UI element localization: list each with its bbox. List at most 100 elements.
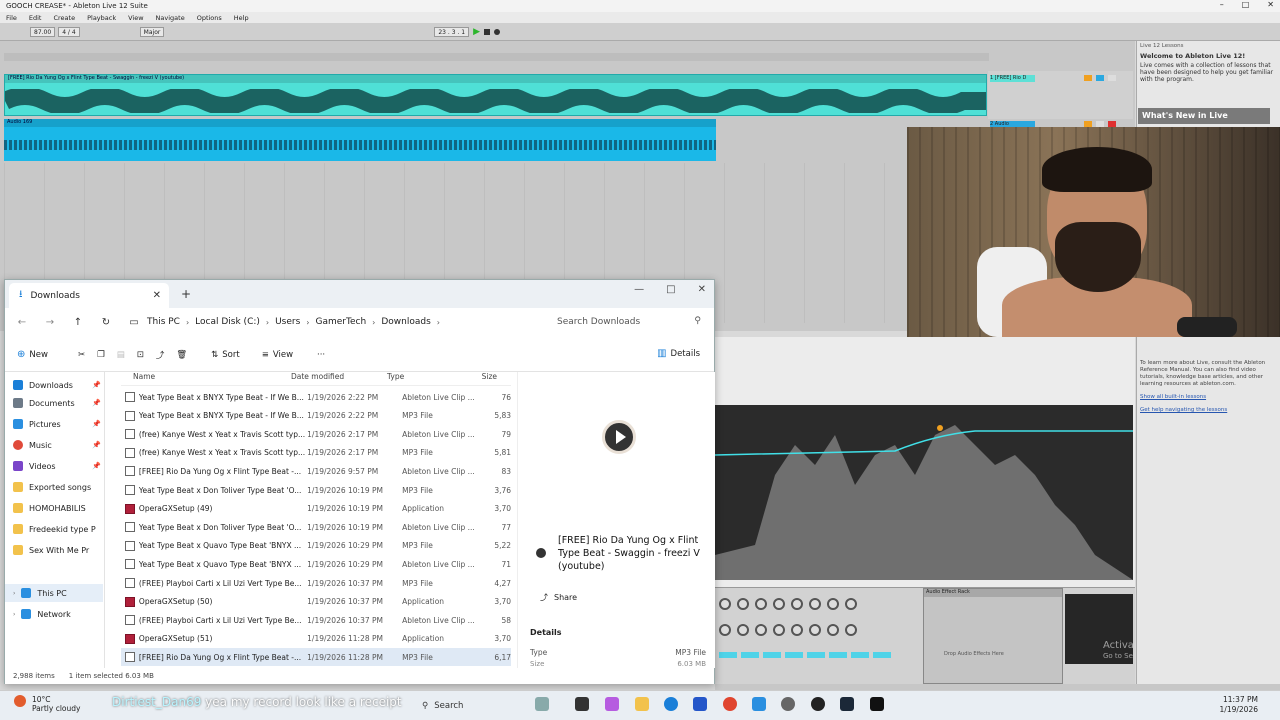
- tempo-field[interactable]: 87.00: [30, 26, 56, 37]
- knob[interactable]: [719, 598, 731, 610]
- menu-help[interactable]: Help: [234, 14, 249, 22]
- song-position-field[interactable]: 23 . 3 . 1: [434, 26, 470, 37]
- table-row[interactable]: Yeat Type Beat x Don Toliver Type Beat '…: [121, 518, 511, 536]
- file-list[interactable]: Name Date modified Type Size Yeat Type B…: [121, 372, 511, 668]
- breadcrumb-item[interactable]: Downloads: [381, 317, 430, 327]
- knob[interactable]: [773, 624, 785, 636]
- media-thumbnail[interactable]: [602, 420, 636, 454]
- breadcrumb[interactable]: This PC › Local Disk (C:) › Users › GamerTe…: [147, 313, 547, 331]
- filter-toggle[interactable]: [807, 652, 825, 658]
- knob[interactable]: [809, 624, 821, 636]
- knob[interactable]: [845, 624, 857, 636]
- column-size[interactable]: Size: [467, 372, 497, 385]
- share-button[interactable]: ⤴ Share: [540, 592, 577, 603]
- view-button[interactable]: ≡ View: [262, 350, 293, 360]
- nav-item-sex-with-me[interactable]: Sex With Me Pr: [13, 541, 103, 559]
- knob[interactable]: [737, 598, 749, 610]
- breadcrumb-item[interactable]: This PC: [147, 317, 180, 327]
- knob[interactable]: [827, 624, 839, 636]
- breadcrumb-item[interactable]: Local Disk (C:): [195, 317, 260, 327]
- scale-field[interactable]: Major: [139, 26, 165, 37]
- filter-toggle[interactable]: [719, 652, 737, 658]
- nav-item-this-pc[interactable]: › This PC: [5, 584, 103, 602]
- file-explorer-icon[interactable]: [635, 697, 649, 711]
- menu-create[interactable]: Create: [53, 14, 75, 22]
- up-icon[interactable]: ↑: [67, 317, 89, 328]
- knob[interactable]: [827, 598, 839, 610]
- show-lessons-link[interactable]: Show all built-in lessons: [1140, 394, 1274, 401]
- whats-new-lesson[interactable]: What's New in Live: [1138, 108, 1270, 124]
- audio-effect-rack[interactable]: Audio Effect Rack Drop Audio Effects Her…: [923, 588, 1063, 684]
- table-row[interactable]: (FREE) Playboi Carti x Lil Uzi Vert Type…: [121, 611, 511, 629]
- track-header-1[interactable]: 1 [FREE] Rio D: [988, 73, 1133, 97]
- edge-icon[interactable]: [664, 697, 678, 711]
- paste-icon[interactable]: ▤: [117, 350, 125, 360]
- solo-button[interactable]: [1096, 75, 1104, 81]
- more-options-button[interactable]: ···: [317, 350, 325, 360]
- maximize-button[interactable]: □: [666, 284, 675, 295]
- nav-item-pictures[interactable]: Pictures 📌: [13, 415, 103, 433]
- obs-icon[interactable]: [811, 697, 825, 711]
- system-clock[interactable]: 11:37 PM 1/19/2026: [1220, 695, 1258, 715]
- table-row[interactable]: Yeat Type Beat x Quavo Type Beat 'BNYX .…: [121, 537, 511, 555]
- filter-toggle[interactable]: [829, 652, 847, 658]
- filter-toggle[interactable]: [873, 652, 891, 658]
- table-row[interactable]: OperaGXSetup (50) 1/19/2026 10:37 PM Appli…: [121, 593, 511, 611]
- menu-file[interactable]: File: [6, 14, 17, 22]
- nav-item-music[interactable]: Music 📌: [13, 436, 103, 454]
- weather-widget[interactable]: 10°C Partly cloudy: [14, 695, 80, 713]
- filter-toggle[interactable]: [851, 652, 869, 658]
- copilot-icon[interactable]: [605, 697, 619, 711]
- app-icon[interactable]: [752, 697, 766, 711]
- menu-navigate[interactable]: Navigate: [156, 14, 185, 22]
- maximize-button[interactable]: □: [1242, 0, 1250, 9]
- delete-icon[interactable]: 🗑: [176, 350, 187, 360]
- table-row[interactable]: Yeat Type Beat x BNYX Type Beat - If We …: [121, 388, 511, 406]
- minimize-button[interactable]: –: [1220, 0, 1224, 9]
- steam-icon[interactable]: [840, 697, 854, 711]
- tab-downloads[interactable]: ⭳ Downloads ✕: [9, 283, 169, 308]
- play-icon[interactable]: ▶: [473, 27, 480, 37]
- share-icon[interactable]: ⤴: [156, 349, 165, 361]
- help-navigating-link[interactable]: Get help navigating the lessons: [1140, 407, 1274, 414]
- table-row[interactable]: (free) Kanye West x Yeat x Travis Scott …: [121, 444, 511, 462]
- knob[interactable]: [791, 598, 803, 610]
- audio-clip-track-2[interactable]: Audio 169: [4, 119, 716, 161]
- settings-icon[interactable]: [781, 697, 795, 711]
- menu-view[interactable]: View: [128, 14, 143, 22]
- new-button[interactable]: ⊕ New: [17, 349, 48, 360]
- details-button[interactable]: ▥ Details: [657, 348, 700, 359]
- knob[interactable]: [791, 624, 803, 636]
- nav-item-videos[interactable]: Videos 📌: [13, 457, 103, 475]
- task-view-icon[interactable]: [575, 697, 589, 711]
- track-activator-button[interactable]: [1084, 75, 1092, 81]
- menu-options[interactable]: Options: [197, 14, 222, 22]
- monitor-icon[interactable]: ▭: [123, 317, 145, 328]
- rack-drop-zone[interactable]: Drop Audio Effects Here: [944, 651, 1004, 657]
- avatar-app-icon[interactable]: [535, 697, 549, 711]
- refresh-icon[interactable]: ↻: [95, 317, 117, 328]
- table-row[interactable]: OperaGXSetup (49) 1/19/2026 10:19 PM Appli…: [121, 500, 511, 518]
- chrome-icon[interactable]: [723, 697, 737, 711]
- taskbar-search[interactable]: ⚲ Search: [422, 697, 530, 715]
- column-type[interactable]: Type: [387, 372, 467, 385]
- nav-item-fredeekid[interactable]: Fredeekid type P: [13, 520, 103, 538]
- nav-item-network[interactable]: › Network: [13, 605, 103, 623]
- filter-toggle[interactable]: [741, 652, 759, 658]
- record-icon[interactable]: [493, 28, 500, 35]
- knob[interactable]: [755, 598, 767, 610]
- back-icon[interactable]: ←: [11, 317, 33, 328]
- breadcrumb-item[interactable]: GamerTech: [316, 317, 367, 327]
- table-row[interactable]: (free) Kanye West x Yeat x Travis Scott …: [121, 425, 511, 443]
- table-row[interactable]: OperaGXSetup (51) 1/19/2026 11:28 PM Appli…: [121, 630, 511, 648]
- track-name[interactable]: 1 [FREE] Rio D: [990, 75, 1035, 82]
- knob[interactable]: [809, 598, 821, 610]
- timeline-ruler[interactable]: [4, 53, 989, 61]
- column-name[interactable]: Name: [121, 372, 291, 385]
- menu-edit[interactable]: Edit: [29, 14, 42, 22]
- table-row[interactable]: Yeat Type Beat x Quavo Type Beat 'BNYX .…: [121, 555, 511, 573]
- table-row[interactable]: [FREE] Rio Da Yung Og x Flint Type Beat …: [121, 648, 511, 667]
- forward-icon[interactable]: →: [39, 317, 61, 328]
- breadcrumb-item[interactable]: Users: [275, 317, 300, 327]
- store-icon[interactable]: [693, 697, 707, 711]
